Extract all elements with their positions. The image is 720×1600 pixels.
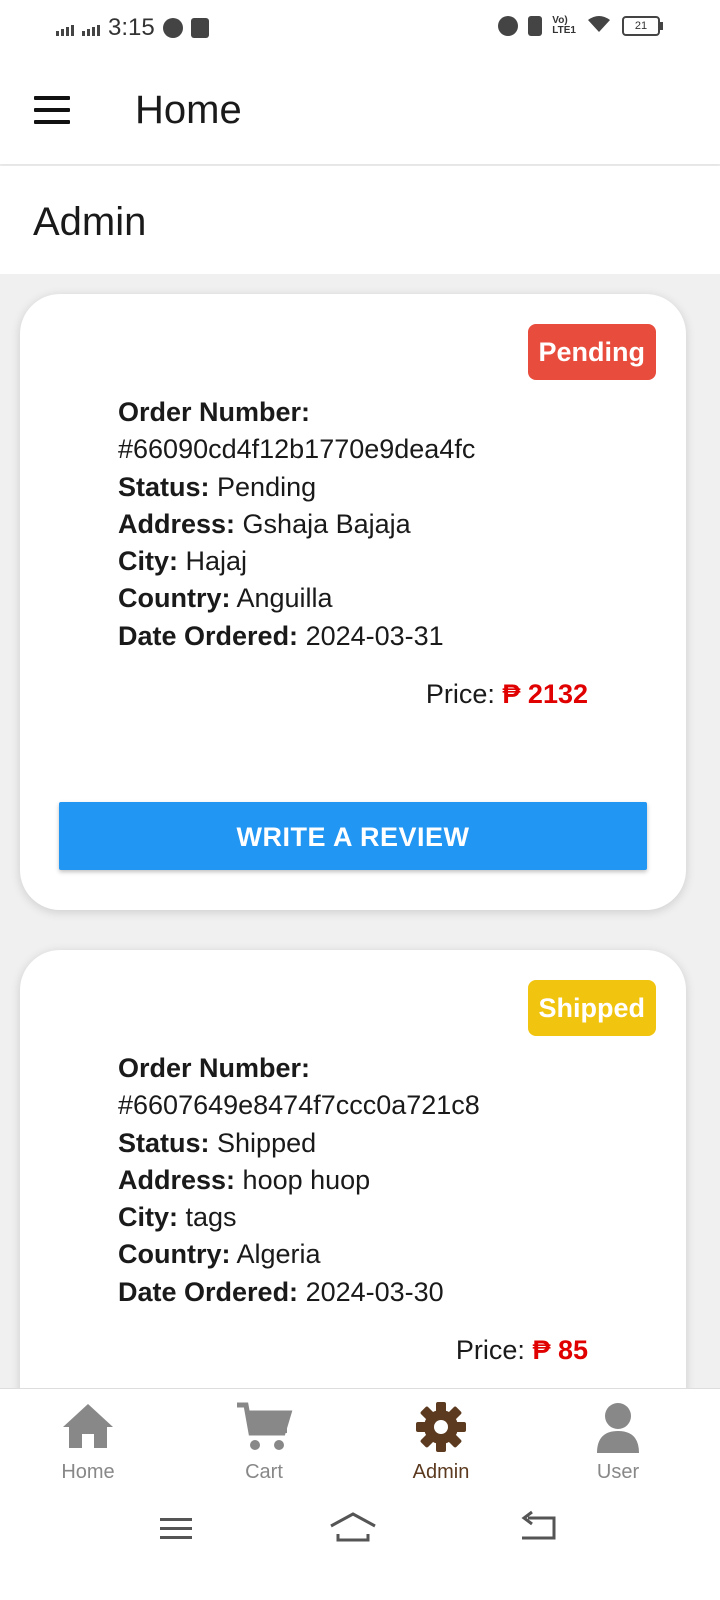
signal-icon-2 [82,20,100,36]
vibrate-icon [528,15,543,36]
order-price: Price: ₱ 85 [456,1335,588,1366]
menu-icon[interactable] [34,96,70,124]
system-nav-bar [0,1500,720,1600]
status-bar: 3:15 Vo) LTE1 21 [0,0,720,58]
city-value: Hajaj [185,546,248,577]
nav-label: User [596,1461,640,1483]
order-details: Order Number: #6607649e8474f7ccc0a721c8 … [118,1050,480,1311]
messenger-icon [162,18,183,38]
status-badge: Pending [527,324,656,380]
order-details: Order Number: #66090cd4f12b1770e9dea4fc … [118,394,475,655]
battery-icon: 21 [622,15,663,36]
price-label: Price: [425,679,495,709]
gear-icon [416,1402,466,1452]
nav-label: Cart [245,1461,283,1483]
cart-icon [237,1402,293,1450]
app-bar: Home [0,58,720,164]
nav-label: Admin [412,1461,470,1483]
order-number: #6607649e8474f7ccc0a721c8 [118,1090,480,1121]
nav-item-admin[interactable]: Admin [353,1389,529,1501]
volte-icon: Vo) LTE1 [552,14,576,36]
signal-icon [56,20,74,36]
price-value: ₱ 2132 [502,679,588,709]
city-label: City: [118,1202,178,1233]
address-label: Address: [118,1164,236,1195]
order-number: #66090cd4f12b1770e9dea4fc [118,434,476,465]
wifi-icon [586,14,612,37]
country-value: Anguilla [236,583,333,614]
user-icon [597,1403,639,1453]
status-time: 3:15 [108,14,155,41]
status-badge: Shipped [527,980,656,1036]
country-value: Algeria [236,1239,321,1270]
price-value: ₱ 85 [532,1335,588,1365]
date-label: Date Ordered: [118,1276,299,1307]
price-label: Price: [455,1335,525,1365]
date-value: 2024-03-30 [305,1276,444,1307]
alarm-icon [498,15,519,36]
city-value: tags [185,1202,237,1233]
nav-item-home[interactable]: Home [0,1389,176,1501]
date-label: Date Ordered: [118,620,299,651]
country-label: Country: [118,583,231,614]
order-price: Price: ₱ 2132 [426,679,588,710]
shopping-bag-icon [190,18,209,38]
order-number-label: Order Number: [118,397,311,427]
order-card: Pending Order Number: #66090cd4f12b1770e… [20,294,686,910]
country-label: Country: [118,1239,231,1270]
status-label: Status: [118,1127,210,1158]
section-header: Admin [0,166,720,274]
nav-label: Home [61,1461,115,1483]
back-icon[interactable] [518,1510,558,1544]
home-icon [63,1404,113,1448]
status-value: Pending [217,471,317,502]
recent-apps-icon[interactable] [158,1514,194,1544]
section-title: Admin [33,200,147,244]
city-label: City: [118,546,178,577]
date-value: 2024-03-31 [305,620,444,651]
address-label: Address: [118,508,236,539]
status-value: Shipped [217,1127,317,1158]
order-number-label: Order Number: [118,1053,311,1083]
write-review-button[interactable]: WRITE A REVIEW [59,802,647,870]
nav-item-user[interactable]: User [530,1389,706,1501]
bottom-nav: Home Cart Admin User [0,1388,720,1501]
address-value: hoop huop [242,1164,371,1195]
address-value: Gshaja Bajaja [242,508,411,539]
home-nav-icon[interactable] [328,1508,378,1544]
page-title: Home [135,88,242,132]
status-label: Status: [118,471,210,502]
nav-item-cart[interactable]: Cart [176,1389,352,1501]
